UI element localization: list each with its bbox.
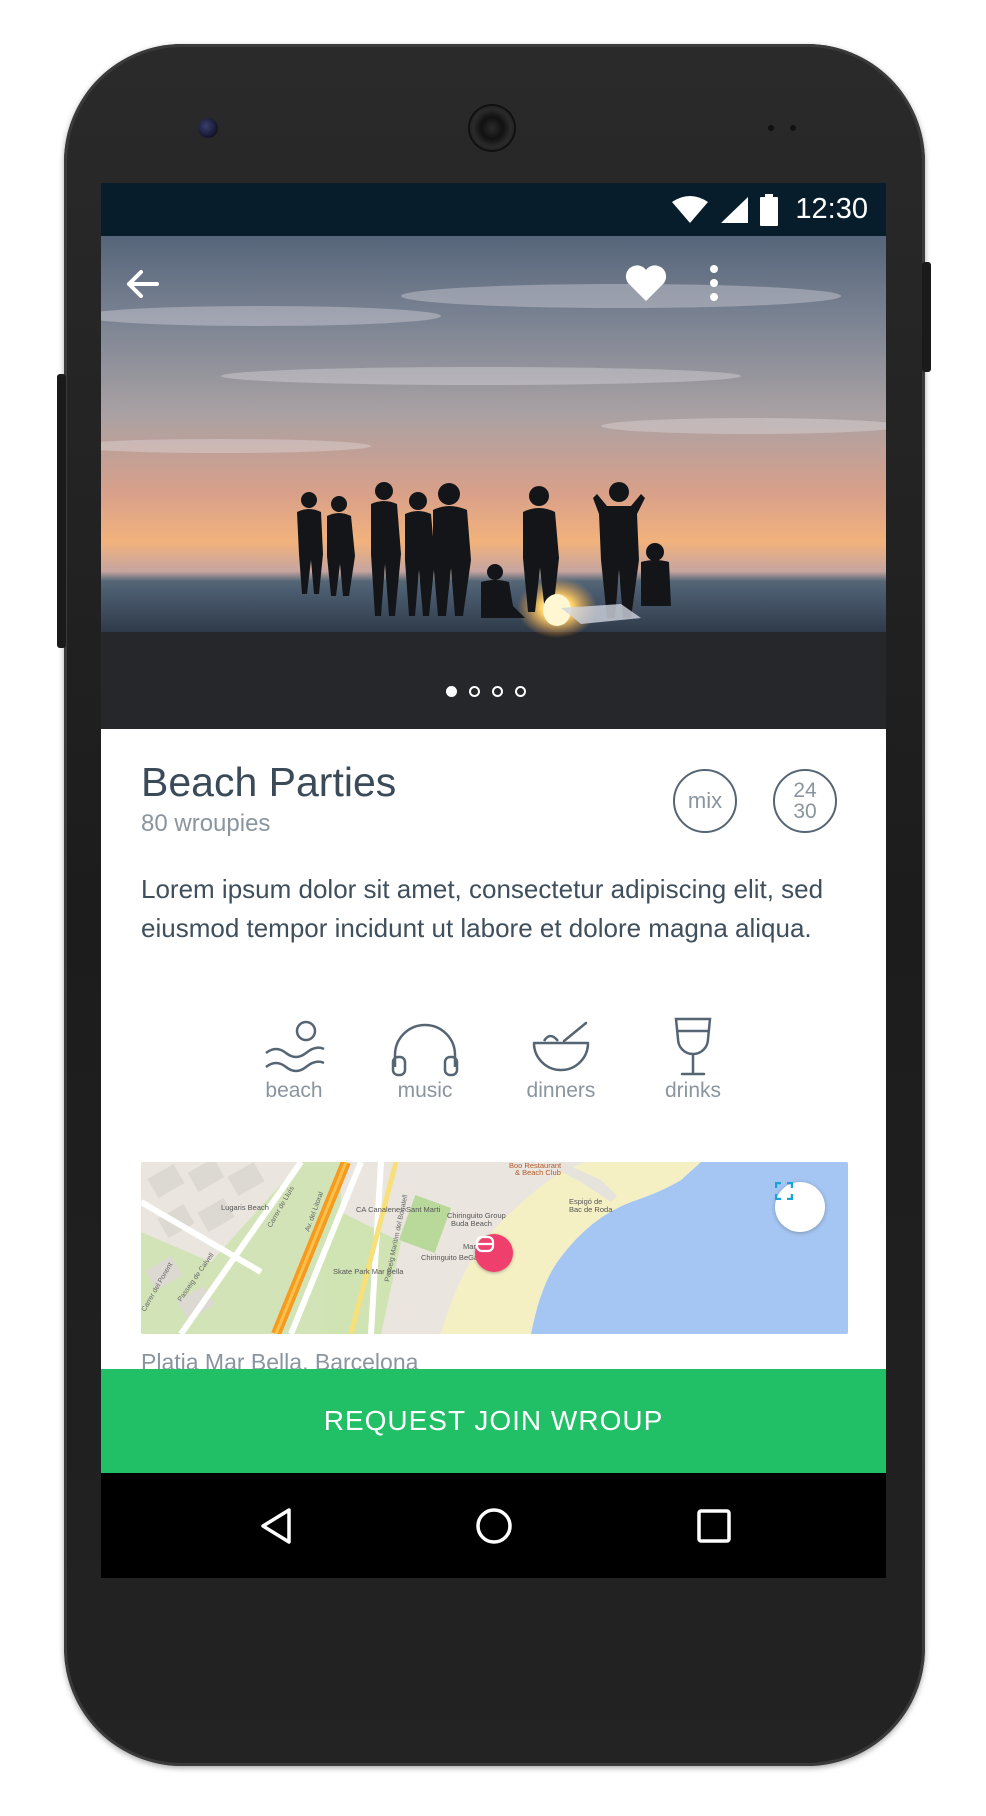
square-recents-icon: [697, 1508, 731, 1543]
location-map[interactable]: Lugaris Beach CA Canalenes Sant Marti Ch…: [141, 1162, 848, 1334]
age-min: 24: [793, 779, 817, 802]
gender-badge: mix: [673, 769, 737, 833]
arrow-left-icon: [127, 270, 159, 298]
map-location-pin[interactable]: [475, 1234, 513, 1272]
power-button: [922, 262, 931, 372]
back-button[interactable]: [123, 264, 179, 320]
more-options-button[interactable]: [709, 264, 759, 320]
map-pin-icon: [475, 1235, 495, 1253]
category-dinners: dinners: [511, 1015, 611, 1103]
beach-bonfire-photo: [101, 284, 886, 729]
category-label: music: [397, 1079, 453, 1102]
svg-text:Lugaris Beach: Lugaris Beach: [221, 1203, 269, 1212]
screen: 12:30 Beach Parties 80 wroupies mix 24 3…: [101, 183, 886, 1578]
category-music: music: [375, 1015, 475, 1103]
navigation-bar: [101, 1473, 886, 1578]
category-label: dinners: [526, 1079, 596, 1102]
nav-home-button[interactable]: [444, 1473, 544, 1578]
group-description: Lorem ipsum dolor sit amet, consectetur …: [141, 874, 824, 943]
carousel-dot[interactable]: [469, 686, 480, 697]
category-beach: beach: [244, 1015, 344, 1103]
carousel-dot[interactable]: [515, 686, 526, 697]
front-camera: [198, 118, 218, 138]
svg-text:Buda Beach: Buda Beach: [451, 1219, 492, 1228]
circle-home-icon: [476, 1507, 512, 1544]
svg-text:& Beach Club: & Beach Club: [515, 1168, 561, 1177]
triangle-back-icon: [261, 1507, 291, 1544]
carousel-dot[interactable]: [492, 686, 503, 697]
wine-glass-icon: [674, 1017, 712, 1076]
proximity-sensor: [768, 125, 774, 131]
wifi-icon: [672, 195, 709, 223]
svg-text:Bac de Roda: Bac de Roda: [569, 1205, 613, 1214]
bowl-icon: [532, 1021, 590, 1072]
status-time: 12:30: [795, 193, 868, 225]
cell-signal-icon: [721, 196, 749, 223]
age-range-badge: 24 30: [773, 769, 837, 833]
earpiece-speaker: [470, 106, 514, 150]
hero-photo[interactable]: [101, 236, 886, 729]
age-max: 30: [793, 800, 817, 823]
headphones-icon: [391, 1023, 459, 1077]
request-join-button[interactable]: REQUEST JOIN WROUP: [101, 1369, 886, 1473]
carousel-dot[interactable]: [446, 686, 457, 697]
category-drinks: drinks: [643, 1015, 743, 1103]
favorite-button[interactable]: [625, 264, 681, 320]
volume-button: [57, 374, 66, 648]
map-expand-button[interactable]: [775, 1182, 825, 1232]
beach-icon: [265, 1020, 325, 1073]
carousel-indicator: [446, 686, 526, 697]
nav-back-button[interactable]: [226, 1473, 326, 1578]
light-sensor: [790, 125, 796, 131]
member-count: 80 wroupies: [141, 810, 271, 837]
battery-icon: [760, 193, 779, 226]
category-label: beach: [265, 1079, 323, 1102]
heart-icon: [625, 265, 667, 301]
fullscreen-icon: [775, 1182, 793, 1200]
status-bar: 12:30: [101, 183, 886, 236]
nav-recents-button[interactable]: [664, 1473, 764, 1578]
more-vertical-icon: [710, 265, 718, 301]
svg-text:Chiringuito BeGay: Chiringuito BeGay: [421, 1253, 482, 1262]
category-label: drinks: [664, 1079, 722, 1102]
group-title: Beach Parties: [141, 759, 397, 805]
